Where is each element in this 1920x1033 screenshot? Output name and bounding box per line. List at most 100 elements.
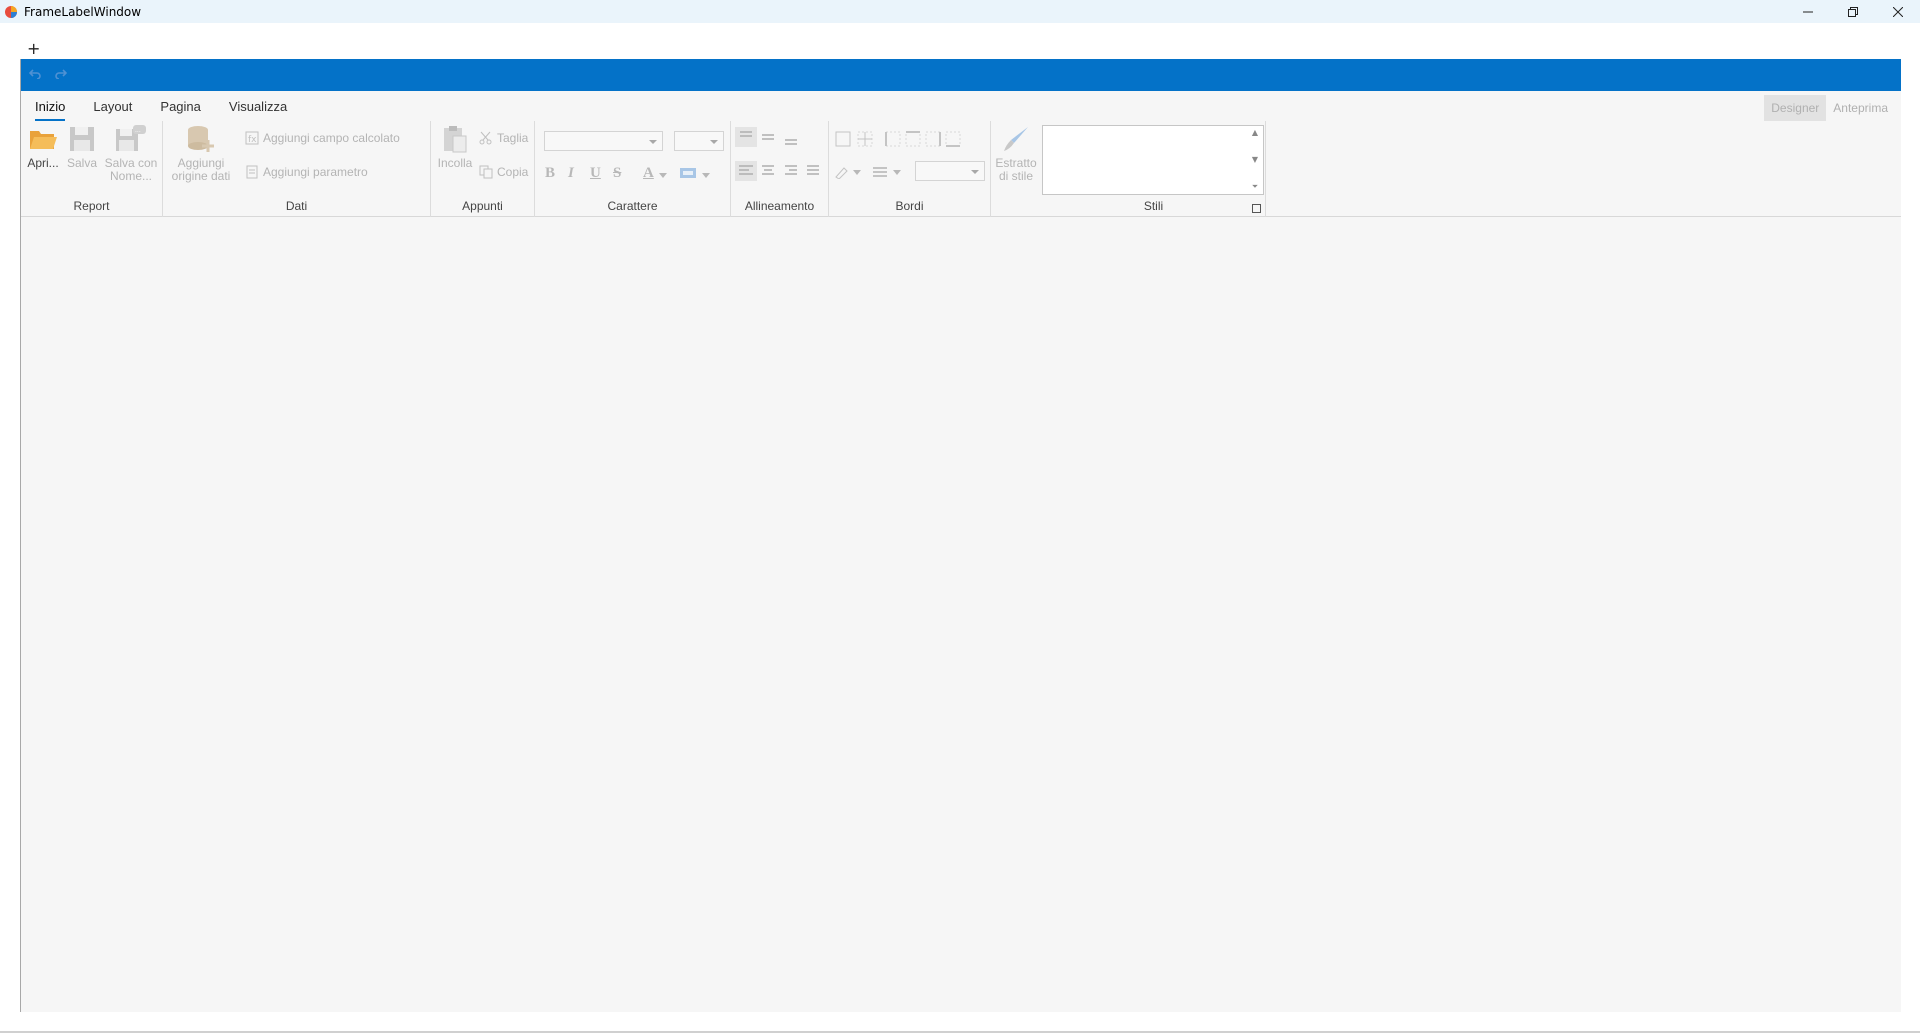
- tab-inizio[interactable]: Inizio: [21, 91, 79, 121]
- style-extract-button[interactable]: Estratto di stile: [993, 125, 1039, 183]
- border-inside-icon[interactable]: [857, 131, 873, 147]
- group-alignment-label: Allineamento: [744, 199, 815, 213]
- font-color-dropdown-icon[interactable]: [659, 173, 667, 179]
- parameter-icon: [246, 165, 258, 179]
- styles-dialog-launcher[interactable]: [1252, 204, 1261, 213]
- calculated-field-icon: fx: [245, 131, 259, 145]
- group-report: Apri... Salva ... Salva con Nome... Repo…: [21, 121, 163, 217]
- scroll-up-icon[interactable]: ▲: [1252, 128, 1258, 138]
- align-justify-icon[interactable]: [805, 163, 821, 179]
- border-left-icon[interactable]: [885, 131, 901, 147]
- group-report-label: Report: [73, 199, 110, 213]
- tab-visualizza[interactable]: Visualizza: [215, 91, 301, 121]
- save-as-button[interactable]: ... Salva con Nome...: [103, 125, 159, 183]
- align-top-icon[interactable]: [735, 127, 757, 147]
- svg-text:fx: fx: [248, 135, 257, 145]
- align-left-icon[interactable]: [735, 161, 757, 181]
- bold-button[interactable]: B: [545, 165, 555, 182]
- styles-gallery-scroll: ▲ ▼ ⏷: [1249, 128, 1261, 192]
- add-calculated-field-button[interactable]: fx Aggiungi campo calcolato: [245, 131, 400, 145]
- designer-view-button[interactable]: Designer: [1764, 95, 1827, 121]
- scroll-down-icon[interactable]: ▼: [1252, 155, 1258, 165]
- border-all-icon[interactable]: [835, 131, 851, 147]
- paste-button[interactable]: Incolla: [435, 125, 475, 170]
- ribbon-tabs: Inizio Layout Pagina Visualizza: [21, 91, 301, 121]
- group-borders: Bordi: [829, 121, 991, 217]
- highlight-dropdown-icon[interactable]: [702, 173, 710, 179]
- quick-access-toolbar: [21, 59, 1901, 91]
- save-as-icon: ...: [116, 125, 146, 151]
- group-font: B I U S A Carattere: [535, 121, 731, 217]
- align-middle-icon[interactable]: [760, 129, 776, 145]
- preview-view-button[interactable]: Anteprima: [1826, 95, 1895, 121]
- report-designer: Inizio Layout Pagina Visualizza Designer…: [20, 59, 1901, 1012]
- group-alignment: Allineamento: [731, 121, 829, 217]
- border-bottom-icon[interactable]: [945, 131, 961, 147]
- redo-icon: [55, 69, 68, 80]
- border-top-icon[interactable]: [905, 131, 921, 147]
- add-calculated-field-label: Aggiungi campo calcolato: [263, 131, 400, 145]
- copy-icon: [479, 165, 493, 179]
- save-button[interactable]: Salva: [65, 125, 99, 170]
- border-width-combo[interactable]: [915, 161, 985, 181]
- title-bar: FrameLabelWindow: [0, 0, 1920, 23]
- undo-icon: [28, 69, 41, 80]
- minimize-icon: [1802, 11, 1813, 12]
- group-data-label: Dati: [285, 199, 308, 213]
- tab-pagina[interactable]: Pagina: [146, 91, 214, 121]
- font-family-combo[interactable]: [544, 131, 663, 151]
- border-style-icon[interactable]: [873, 165, 905, 179]
- close-icon: [1892, 6, 1903, 17]
- add-datasource-button[interactable]: Aggiungi origine dati: [167, 125, 235, 183]
- ribbon: Inizio Layout Pagina Visualizza Designer…: [21, 91, 1901, 217]
- group-data: Aggiungi origine dati fx Aggiungi campo …: [163, 121, 431, 217]
- cut-button[interactable]: Taglia: [479, 131, 528, 145]
- svg-text:...: ...: [135, 127, 141, 134]
- font-size-combo[interactable]: [674, 131, 724, 151]
- undo-button[interactable]: [28, 67, 41, 83]
- brush-icon: [1004, 127, 1028, 151]
- style-extract-label-line2: di stile: [998, 169, 1033, 183]
- border-color-icon[interactable]: [835, 165, 861, 179]
- window-title: FrameLabelWindow: [24, 4, 142, 19]
- add-button[interactable]: +: [27, 41, 40, 57]
- underline-button[interactable]: U: [590, 165, 601, 182]
- strikethrough-button[interactable]: S: [613, 165, 621, 182]
- save-as-label-line2: Nome...: [109, 169, 152, 183]
- expand-gallery-icon[interactable]: ⏷: [1252, 182, 1258, 192]
- group-styles-label: Stili: [1143, 199, 1164, 213]
- align-center-icon[interactable]: [760, 163, 776, 179]
- folder-open-icon: [30, 131, 57, 149]
- restore-button[interactable]: [1830, 0, 1875, 23]
- paste-icon: [444, 126, 467, 153]
- highlight-color-icon[interactable]: [680, 167, 696, 179]
- tab-layout[interactable]: Layout: [79, 91, 146, 121]
- group-borders-label: Bordi: [895, 199, 924, 213]
- save-label: Salva: [66, 156, 98, 170]
- cut-label: Taglia: [497, 131, 529, 145]
- copy-label: Copia: [497, 165, 529, 179]
- view-mode-switch: Designer Anteprima: [1764, 95, 1895, 121]
- redo-button[interactable]: [55, 67, 68, 83]
- group-clipboard-label: Appunti: [462, 199, 503, 213]
- open-button[interactable]: Apri...: [26, 125, 60, 170]
- border-right-icon[interactable]: [925, 131, 941, 147]
- copy-button[interactable]: Copia: [479, 165, 528, 179]
- italic-button[interactable]: I: [568, 165, 574, 182]
- design-canvas[interactable]: [21, 217, 1901, 1012]
- align-right-icon[interactable]: [783, 163, 799, 179]
- add-parameter-button[interactable]: Aggiungi parametro: [245, 165, 368, 179]
- group-clipboard: Incolla Taglia Copia Appunti: [431, 121, 535, 217]
- add-parameter-label: Aggiungi parametro: [263, 165, 368, 179]
- minimize-button[interactable]: [1785, 0, 1830, 23]
- close-button[interactable]: [1875, 0, 1920, 23]
- restore-icon: [1847, 6, 1858, 17]
- font-color-button[interactable]: A: [643, 165, 654, 182]
- database-add-icon: [188, 126, 214, 152]
- open-label: Apri...: [27, 156, 59, 170]
- scissors-icon: [479, 131, 492, 145]
- paste-label: Incolla: [437, 156, 473, 170]
- styles-gallery[interactable]: ▲ ▼ ⏷: [1042, 125, 1264, 195]
- align-bottom-icon[interactable]: [783, 131, 799, 147]
- window-controls: [1785, 0, 1920, 23]
